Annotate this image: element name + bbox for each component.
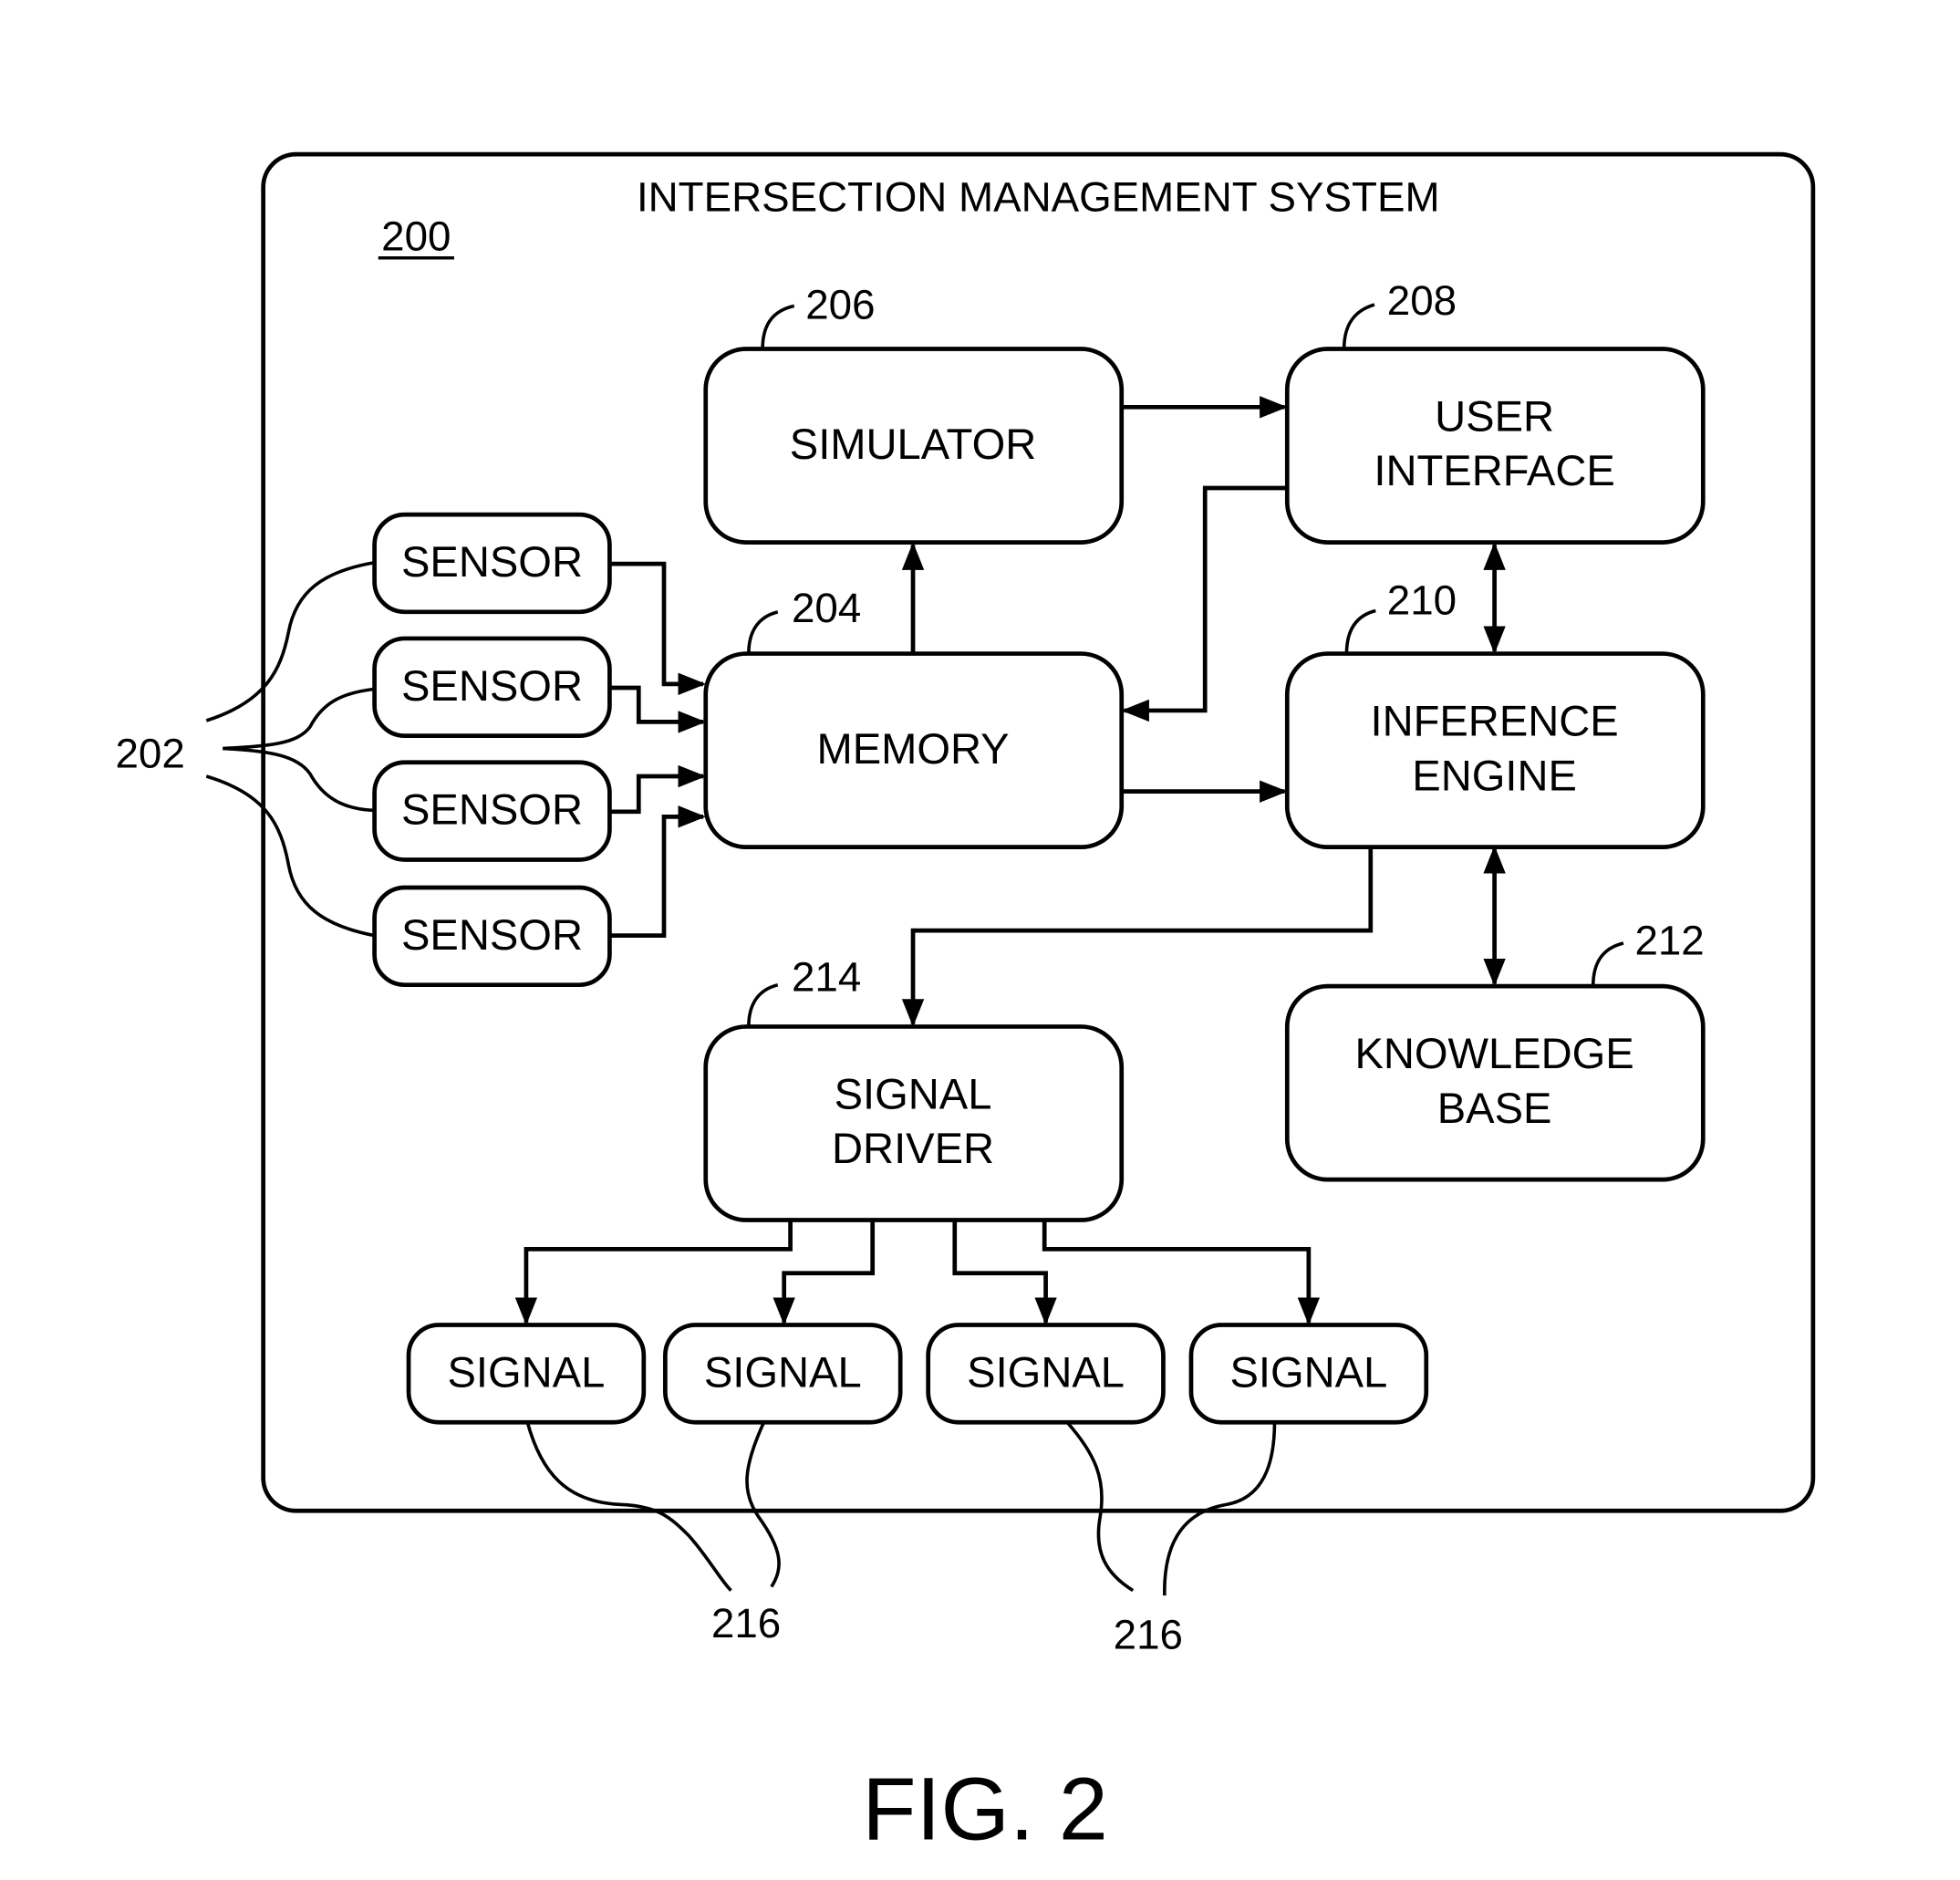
knowledge-base-label-line2: BASE — [1437, 1084, 1552, 1132]
memory-label: MEMORY — [816, 724, 1009, 773]
sensor-label: SENSOR — [401, 785, 583, 834]
diagram-canvas: INTERSECTION MANAGEMENT SYSTEM 200 SIMUL… — [115, 151, 1816, 1859]
system-title: INTERSECTION MANAGEMENT SYSTEM — [637, 173, 1440, 220]
user-interface-label-line1: USER — [1435, 392, 1554, 441]
signal-label: SIGNAL — [704, 1347, 862, 1396]
signal-label: SIGNAL — [448, 1347, 606, 1396]
signal-driver-label-line1: SIGNAL — [835, 1070, 992, 1118]
signal-label: SIGNAL — [967, 1347, 1125, 1396]
signal-ref-left: 216 — [711, 1600, 781, 1646]
sensor-label: SENSOR — [401, 537, 583, 586]
user-interface-ref: 208 — [1387, 277, 1457, 324]
knowledge-base-label-line1: KNOWLEDGE — [1354, 1029, 1633, 1077]
signal-driver-label-line2: DRIVER — [832, 1124, 994, 1172]
simulator-ref: 206 — [805, 281, 875, 327]
sensor-ref: 202 — [115, 730, 184, 776]
inference-engine-ref: 210 — [1387, 577, 1457, 624]
signal-driver-ref: 214 — [792, 954, 861, 1001]
memory-ref: 204 — [792, 585, 861, 631]
knowledge-base-ref: 212 — [1634, 917, 1704, 963]
inference-engine-label-line1: INFERENCE — [1370, 697, 1618, 745]
simulator-label: SIMULATOR — [790, 420, 1037, 468]
sensor-label: SENSOR — [401, 661, 583, 710]
system-ref-label: 200 — [381, 213, 451, 259]
figure-caption: FIG. 2 — [862, 1760, 1108, 1859]
inference-engine-label-line2: ENGINE — [1412, 751, 1577, 799]
signal-label: SIGNAL — [1229, 1347, 1387, 1396]
sensor-label: SENSOR — [401, 910, 583, 959]
user-interface-label-line2: INTERFACE — [1374, 446, 1614, 494]
signal-ref-right: 216 — [1114, 1611, 1183, 1657]
